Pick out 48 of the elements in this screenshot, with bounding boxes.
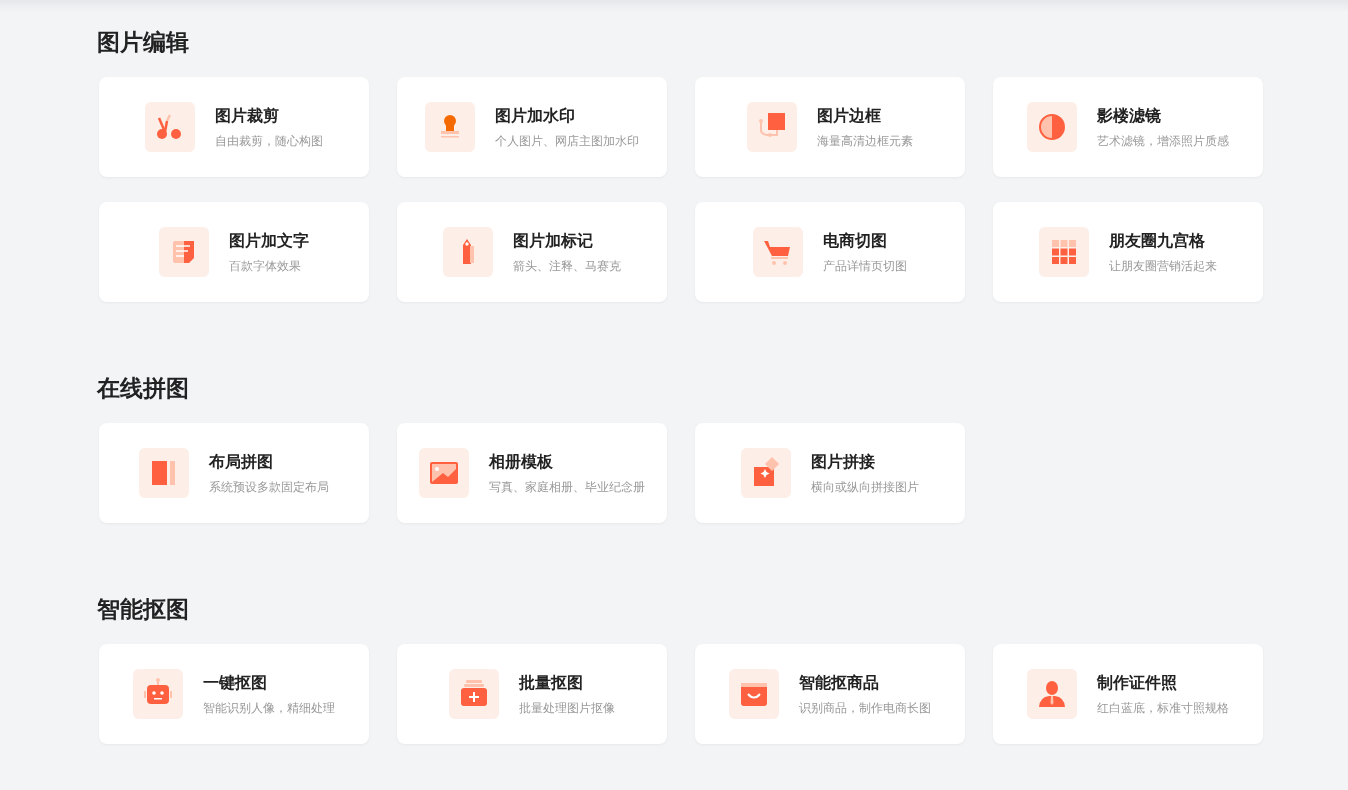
tool-description: 批量处理图片抠像 <box>519 699 615 717</box>
tool-description: 艺术滤镜，增添照片质感 <box>1097 132 1229 150</box>
tool-card[interactable]: 相册模板 写真、家庭相册、毕业纪念册 <box>397 423 667 523</box>
tool-card[interactable]: 布局拼图 系统预设多款固定布局 <box>99 423 369 523</box>
tool-card[interactable]: 电商切图 产品详情页切图 <box>695 202 965 302</box>
tool-title: 图片边框 <box>817 104 882 127</box>
tool-card[interactable]: 制作证件照 红白蓝底，标准寸照规格 <box>993 644 1263 744</box>
tool-description: 智能识别人像，精细处理 <box>203 699 335 717</box>
tool-description: 箭头、注释、马赛克 <box>513 257 621 275</box>
tool-title: 图片拼接 <box>811 450 876 473</box>
tool-card[interactable]: 图片加文字 百款字体效果 <box>99 202 369 302</box>
tool-card[interactable]: 智能抠商品 识别商品，制作电商长图 <box>695 644 965 744</box>
tool-card[interactable]: 图片裁剪 自由裁剪，随心构图 <box>99 77 369 177</box>
tool-description: 产品详情页切图 <box>823 257 907 275</box>
tool-title: 朋友圈九宫格 <box>1109 229 1206 252</box>
section-heading: 智能抠图 <box>97 595 190 624</box>
tool-description: 识别商品，制作电商长图 <box>799 699 931 717</box>
tool-card[interactable]: 图片边框 海量高清边框元素 <box>695 77 965 177</box>
tool-description: 红白蓝底，标准寸照规格 <box>1097 699 1229 717</box>
section-heading: 图片编辑 <box>97 28 190 57</box>
tool-card[interactable]: 朋友圈九宫格 让朋友圈营销活起来 <box>993 202 1263 302</box>
tool-title: 图片加文字 <box>229 229 309 252</box>
tool-title: 相册模板 <box>489 450 554 473</box>
tool-title: 布局拼图 <box>209 450 274 473</box>
tool-description: 系统预设多款固定布局 <box>209 478 329 496</box>
tool-description: 自由裁剪，随心构图 <box>215 132 323 150</box>
tool-description: 横向或纵向拼接图片 <box>811 478 919 496</box>
tool-title: 影楼滤镜 <box>1097 104 1162 127</box>
tool-title: 一键抠图 <box>203 671 268 694</box>
tool-title: 批量抠图 <box>519 671 584 694</box>
tool-title: 图片裁剪 <box>215 104 280 127</box>
tool-card[interactable]: 批量抠图 批量处理图片抠像 <box>397 644 667 744</box>
tool-card[interactable]: 一键抠图 智能识别人像，精细处理 <box>99 644 369 744</box>
tool-title: 制作证件照 <box>1097 671 1178 694</box>
tool-title: 图片加标记 <box>513 229 594 252</box>
tool-card[interactable]: 图片拼接 横向或纵向拼接图片 <box>695 423 965 523</box>
tool-title: 智能抠商品 <box>799 671 880 694</box>
tool-card[interactable]: 图片加标记 箭头、注释、马赛克 <box>397 202 667 302</box>
tool-card[interactable]: 影楼滤镜 艺术滤镜，增添照片质感 <box>993 77 1263 177</box>
tool-description: 个人图片、网店主图加水印 <box>495 132 639 150</box>
tool-card[interactable]: 图片加水印 个人图片、网店主图加水印 <box>397 77 667 177</box>
tool-title: 图片加水印 <box>495 104 576 127</box>
tool-description: 让朋友圈营销活起来 <box>1109 257 1217 275</box>
section-heading: 在线拼图 <box>97 374 190 403</box>
tool-description: 写真、家庭相册、毕业纪念册 <box>489 478 645 496</box>
tool-description: 百款字体效果 <box>229 257 302 275</box>
tool-description: 海量高清边框元素 <box>817 132 913 150</box>
tool-title: 电商切图 <box>823 229 888 252</box>
